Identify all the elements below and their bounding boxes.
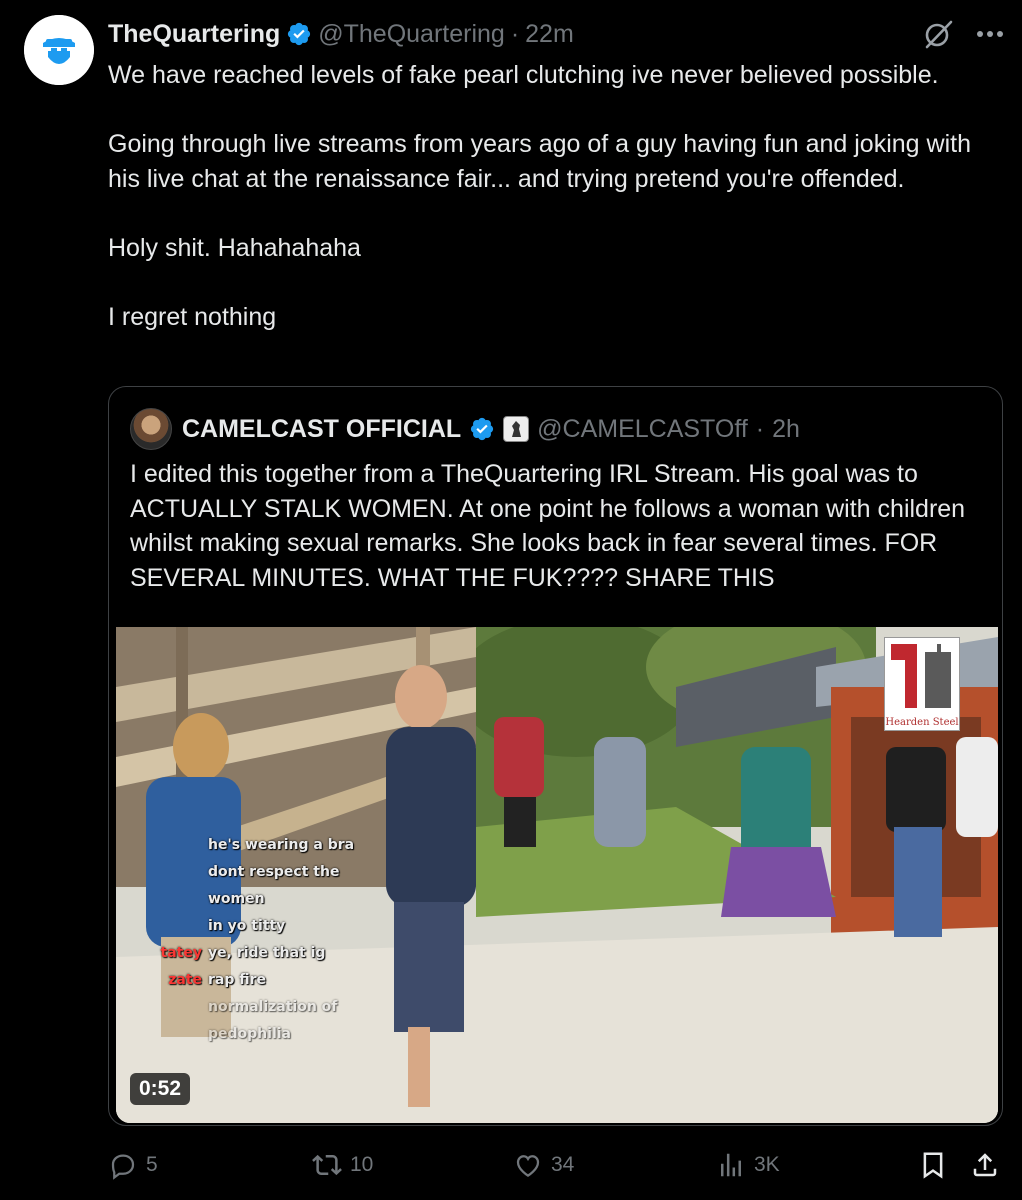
- chat-user: tatey: [160, 945, 202, 961]
- like-button[interactable]: 34: [513, 1145, 574, 1185]
- verified-badge-icon[interactable]: [286, 21, 312, 47]
- tweet[interactable]: TheQuartering @TheQuartering · 22m We ha…: [0, 0, 1022, 1200]
- reply-button[interactable]: 5: [108, 1145, 158, 1185]
- chat-user: zate: [168, 972, 202, 988]
- chat-line: zate rap fire: [116, 967, 376, 994]
- stream-chat-overlay: he's wearing a bra dont respect the wome…: [116, 832, 376, 1048]
- grok-icon[interactable]: [922, 18, 954, 50]
- avatar-logo-icon: [24, 15, 94, 85]
- affiliate-badge-icon[interactable]: [503, 416, 530, 442]
- author-name[interactable]: TheQuartering: [108, 20, 280, 49]
- quoted-tweet[interactable]: CAMELCAST OFFICIAL @CAMELCASTOff · 2h I …: [108, 386, 1003, 1126]
- video-player[interactable]: Hearden Steel he's wearing a bra dont re…: [116, 627, 998, 1123]
- timestamp[interactable]: 22m: [525, 20, 574, 49]
- tweet-paragraph: We have reached levels of fake pearl clu…: [108, 61, 939, 89]
- share-button[interactable]: [970, 1145, 1000, 1185]
- quoted-timestamp[interactable]: 2h: [772, 415, 800, 444]
- separator-dot: ·: [755, 414, 765, 443]
- share-icon: [973, 1153, 997, 1177]
- separator-dot: ·: [510, 19, 520, 48]
- repost-count: 10: [350, 1153, 374, 1176]
- verified-badge-icon[interactable]: [469, 416, 495, 442]
- author-avatar[interactable]: [24, 15, 94, 85]
- chat-line: he's wearing a bra: [116, 832, 376, 859]
- chat-line: pedophilia: [116, 1021, 376, 1048]
- author-handle[interactable]: @TheQuartering: [318, 20, 505, 49]
- quoted-author-avatar[interactable]: [130, 408, 172, 450]
- tweet-paragraph: I regret nothing: [108, 302, 277, 331]
- bookmark-button[interactable]: [918, 1145, 948, 1185]
- chat-user: [116, 859, 202, 886]
- chat-user: [116, 1021, 202, 1048]
- quoted-tweet-header: CAMELCAST OFFICIAL @CAMELCASTOff · 2h: [130, 407, 800, 451]
- chat-message: he's wearing a bra: [208, 837, 355, 853]
- chat-message: in yo titty: [208, 918, 286, 934]
- chat-line: in yo titty: [116, 913, 376, 940]
- chat-message: rap fire: [208, 972, 267, 988]
- tweet-paragraph: Holy shit. Hahahahaha: [108, 233, 361, 262]
- chat-user: [116, 994, 202, 1021]
- repost-icon: [312, 1154, 342, 1176]
- quoted-author-name[interactable]: CAMELCAST OFFICIAL: [182, 415, 461, 444]
- chat-user: [116, 886, 202, 913]
- chat-message: normalization of: [208, 999, 338, 1015]
- chat-line: women: [116, 886, 376, 913]
- chat-message: pedophilia: [208, 1026, 291, 1042]
- chat-line: tatey ye, ride that ig: [116, 940, 376, 967]
- chat-user: [116, 913, 202, 940]
- repost-button[interactable]: 10: [312, 1145, 373, 1185]
- video-duration-badge: 0:52: [130, 1073, 191, 1105]
- chat-user: [116, 832, 202, 859]
- watermark-logo: Hearden Steel: [884, 637, 960, 731]
- tweet-text: We have reached levels of fake pearl clu…: [108, 58, 998, 334]
- views-button[interactable]: 3K: [716, 1145, 780, 1185]
- tweet-action-bar: 5 10 34 3K: [108, 1145, 1008, 1185]
- views-icon: [721, 1153, 741, 1177]
- chat-line: normalization of: [116, 994, 376, 1021]
- chat-line: dont respect the: [116, 859, 376, 886]
- chat-message: women: [208, 891, 265, 907]
- watermark-text: Hearden Steel: [885, 717, 959, 728]
- tweet-paragraph: Going through live streams from years ag…: [108, 130, 971, 193]
- heart-icon: [516, 1155, 540, 1177]
- header-actions: [922, 16, 1004, 52]
- reply-icon: [111, 1154, 135, 1180]
- tweet-header: TheQuartering @TheQuartering · 22m: [108, 16, 574, 52]
- quoted-author-handle[interactable]: @CAMELCASTOff: [537, 415, 748, 444]
- quoted-tweet-text: I edited this together from a TheQuarter…: [130, 460, 966, 592]
- bookmark-icon: [923, 1152, 943, 1179]
- chat-message: dont respect the: [208, 864, 340, 880]
- more-icon[interactable]: [976, 30, 1004, 38]
- views-count: 3K: [754, 1153, 780, 1176]
- like-count: 34: [551, 1153, 575, 1176]
- chat-message: ye, ride that ig: [208, 945, 326, 961]
- reply-count: 5: [146, 1153, 158, 1176]
